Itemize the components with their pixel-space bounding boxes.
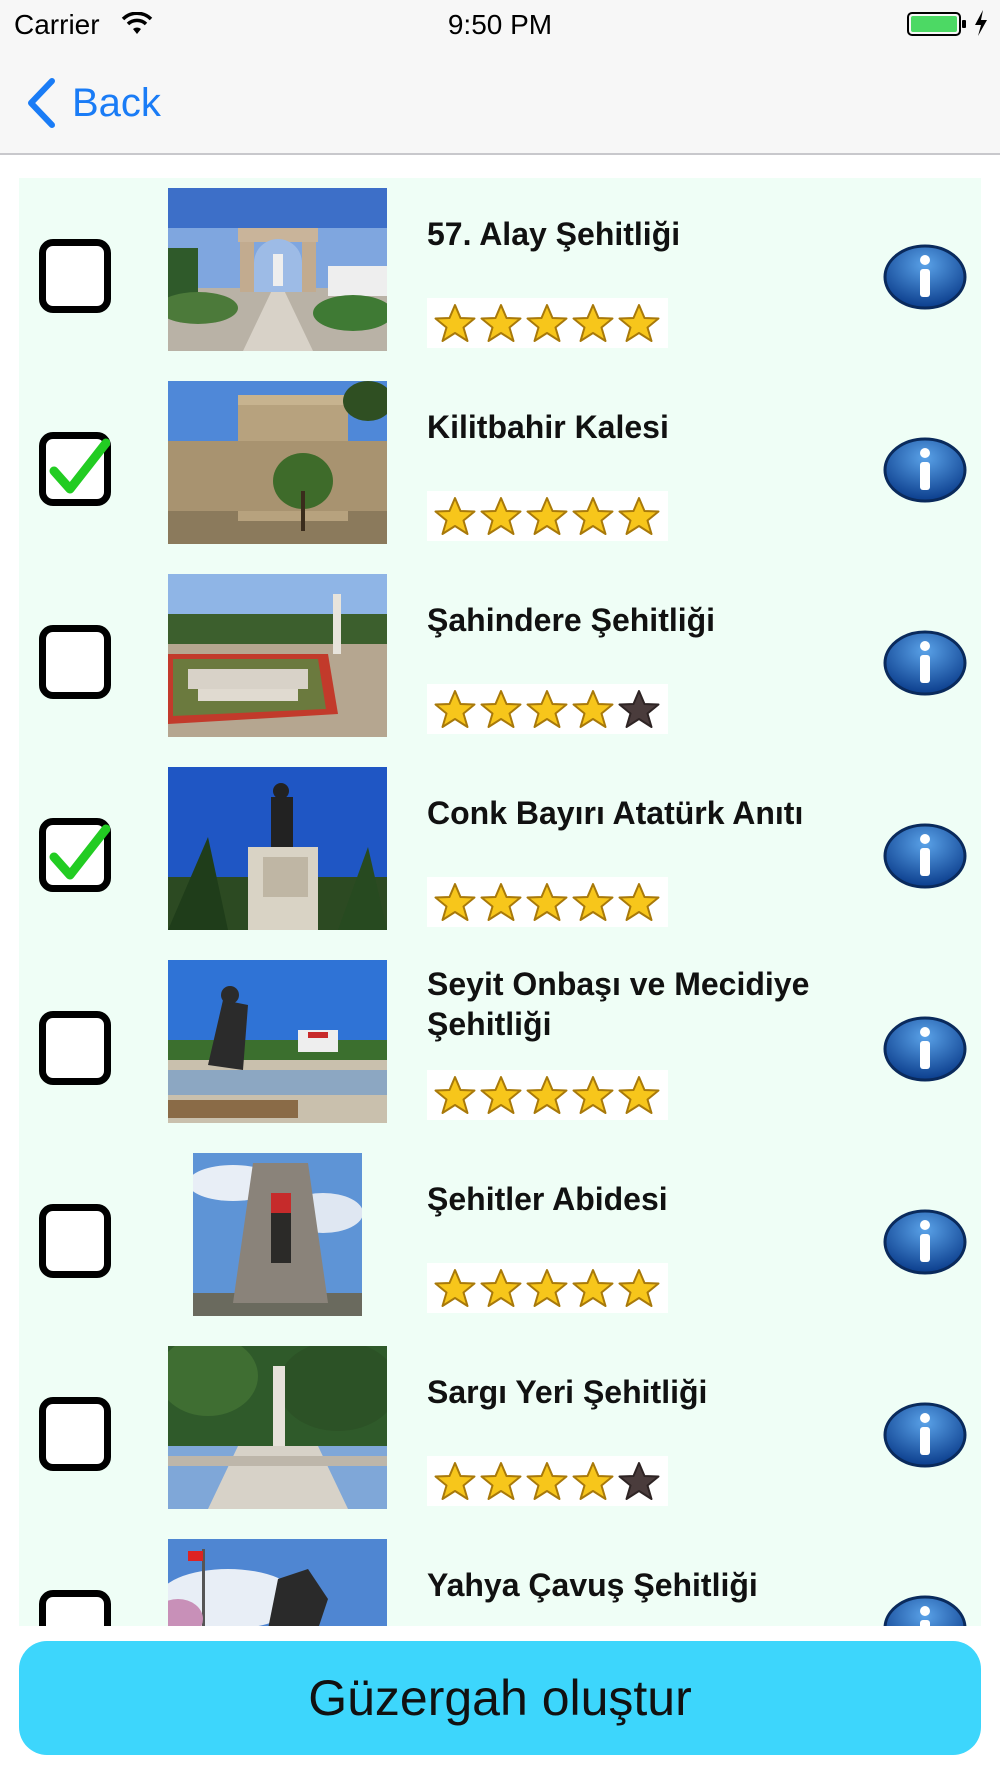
gold-star-icon bbox=[572, 690, 614, 728]
gold-star-icon bbox=[572, 1462, 614, 1500]
back-label: Back bbox=[72, 80, 161, 125]
star-rating bbox=[427, 1070, 668, 1120]
create-route-button[interactable]: Güzergah oluştur bbox=[19, 1641, 981, 1755]
status-time: 9:50 PM bbox=[447, 9, 553, 40]
gold-star-icon bbox=[434, 883, 476, 921]
place-checkbox[interactable] bbox=[39, 1011, 111, 1085]
navigation-bar: Back bbox=[0, 46, 1000, 155]
list-item: Seyit Onbaşı ve Mecidiye Şehitliği bbox=[19, 950, 981, 1143]
place-checkbox[interactable] bbox=[39, 239, 111, 313]
place-checkbox[interactable] bbox=[39, 432, 111, 506]
gold-star-icon bbox=[434, 1269, 476, 1307]
gold-star-icon bbox=[434, 1462, 476, 1500]
gold-star-icon bbox=[572, 883, 614, 921]
list-item: 57. Alay Şehitliği bbox=[19, 178, 981, 371]
gold-star-icon bbox=[572, 304, 614, 342]
gold-star-icon bbox=[526, 1076, 568, 1114]
gold-star-icon bbox=[434, 1076, 476, 1114]
info-button[interactable] bbox=[883, 630, 967, 696]
status-bar: Carrier 9:50 PM bbox=[0, 0, 1000, 46]
gold-star-icon bbox=[480, 304, 522, 342]
place-checkbox[interactable] bbox=[39, 625, 111, 699]
info-button[interactable] bbox=[883, 244, 967, 310]
gold-star-icon bbox=[572, 1076, 614, 1114]
place-thumbnail[interactable] bbox=[168, 960, 387, 1123]
list-item: Şahindere Şehitliği bbox=[19, 564, 981, 757]
place-list[interactable]: 57. Alay Şehitliği Kilitbahir Kalesi Şah… bbox=[19, 178, 981, 1626]
place-thumbnail[interactable] bbox=[168, 1346, 387, 1509]
place-thumbnail[interactable] bbox=[168, 188, 387, 351]
gold-star-icon bbox=[618, 497, 660, 535]
info-button[interactable] bbox=[883, 437, 967, 503]
chevron-left-icon bbox=[28, 78, 55, 128]
gold-star-icon bbox=[618, 1269, 660, 1307]
place-checkbox[interactable] bbox=[39, 818, 111, 892]
gold-star-icon bbox=[526, 304, 568, 342]
star-rating bbox=[427, 298, 668, 348]
place-checkbox[interactable] bbox=[39, 1590, 111, 1626]
dark-star-icon bbox=[618, 690, 660, 728]
green-checkmark-icon bbox=[49, 824, 110, 880]
gold-star-icon bbox=[572, 1269, 614, 1307]
place-thumbnail[interactable] bbox=[168, 574, 387, 737]
gold-star-icon bbox=[526, 1462, 568, 1500]
charging-bolt-icon bbox=[975, 10, 987, 36]
gold-star-icon bbox=[480, 690, 522, 728]
gold-star-icon bbox=[618, 304, 660, 342]
green-checkmark-icon bbox=[49, 438, 110, 494]
info-button[interactable] bbox=[883, 1402, 967, 1468]
gold-star-icon bbox=[480, 1269, 522, 1307]
info-button[interactable] bbox=[883, 1209, 967, 1275]
gold-star-icon bbox=[434, 304, 476, 342]
list-item: Şehitler Abidesi bbox=[19, 1143, 981, 1336]
gold-star-icon bbox=[434, 497, 476, 535]
battery-icon bbox=[907, 12, 966, 36]
gold-star-icon bbox=[480, 497, 522, 535]
list-item: Yahya Çavuş Şehitliği bbox=[19, 1529, 981, 1626]
place-title: Yahya Çavuş Şehitliği bbox=[427, 1567, 758, 1603]
place-title: 57. Alay Şehitliği bbox=[427, 216, 681, 252]
place-title: Kilitbahir Kalesi bbox=[427, 409, 669, 445]
dark-star-icon bbox=[618, 1462, 660, 1500]
back-button[interactable]: Back bbox=[26, 76, 161, 130]
star-rating bbox=[427, 491, 668, 541]
list-item: Sargı Yeri Şehitliği bbox=[19, 1336, 981, 1529]
info-button[interactable] bbox=[883, 823, 967, 889]
gold-star-icon bbox=[526, 690, 568, 728]
star-rating bbox=[427, 1456, 668, 1506]
gold-star-icon bbox=[618, 883, 660, 921]
place-checkbox[interactable] bbox=[39, 1204, 111, 1278]
gold-star-icon bbox=[526, 1269, 568, 1307]
list-item: Conk Bayırı Atatürk Anıtı bbox=[19, 757, 981, 950]
place-title: Şehitler Abidesi bbox=[427, 1181, 668, 1217]
gold-star-icon bbox=[572, 497, 614, 535]
create-route-label: Güzergah oluştur bbox=[308, 1670, 692, 1726]
place-thumbnail[interactable] bbox=[168, 381, 387, 544]
star-rating bbox=[427, 877, 668, 927]
gold-star-icon bbox=[434, 690, 476, 728]
list-item: Kilitbahir Kalesi bbox=[19, 371, 981, 564]
star-rating bbox=[427, 684, 668, 734]
gold-star-icon bbox=[526, 497, 568, 535]
place-thumbnail[interactable] bbox=[168, 1539, 387, 1626]
place-checkbox[interactable] bbox=[39, 1397, 111, 1471]
info-button[interactable] bbox=[883, 1595, 967, 1626]
place-title: Şahindere Şehitliği bbox=[427, 602, 716, 638]
gold-star-icon bbox=[618, 1076, 660, 1114]
info-button[interactable] bbox=[883, 1016, 967, 1082]
star-rating bbox=[427, 1263, 668, 1313]
place-thumbnail[interactable] bbox=[168, 767, 387, 930]
gold-star-icon bbox=[480, 883, 522, 921]
gold-star-icon bbox=[526, 883, 568, 921]
place-title: Seyit Onbaşı ve Mecidiye Şehitliği bbox=[427, 966, 810, 1042]
place-title: Conk Bayırı Atatürk Anıtı bbox=[427, 795, 804, 831]
place-thumbnail[interactable] bbox=[193, 1153, 362, 1316]
gold-star-icon bbox=[480, 1462, 522, 1500]
gold-star-icon bbox=[480, 1076, 522, 1114]
place-title: Sargı Yeri Şehitliği bbox=[427, 1374, 708, 1410]
